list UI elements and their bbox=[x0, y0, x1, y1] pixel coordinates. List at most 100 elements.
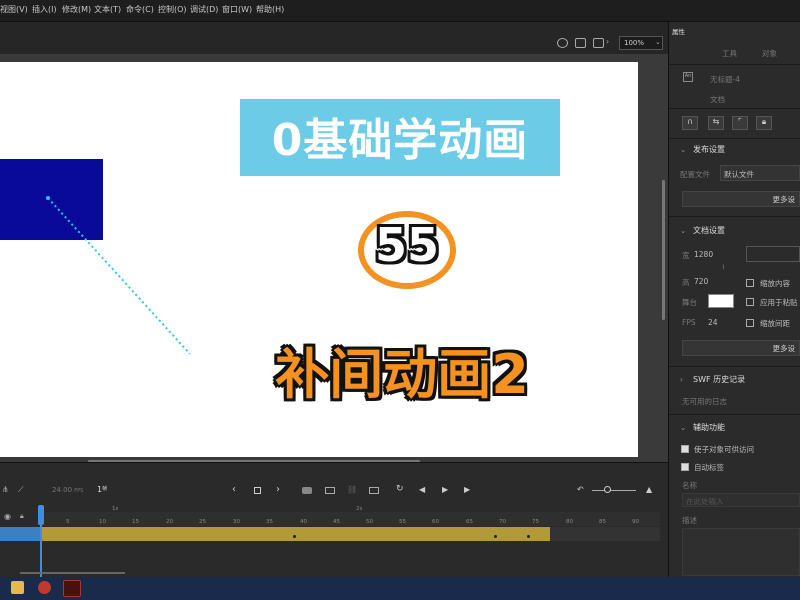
scale-content-label: 缩放内容 bbox=[760, 279, 790, 288]
tick-label: 45 bbox=[333, 519, 340, 525]
fps-display[interactable]: 24.00 FPS bbox=[52, 486, 83, 494]
layer-tree-icon[interactable]: ⋔ bbox=[2, 485, 9, 494]
onion-outline-icon[interactable] bbox=[325, 487, 335, 494]
tab-object[interactable]: 对象 bbox=[762, 48, 777, 59]
document-settings-header[interactable]: 文档设置 bbox=[693, 225, 725, 236]
zoom-slider-thumb[interactable] bbox=[604, 486, 611, 493]
make-accessible-label: 使子对象可供访问 bbox=[694, 445, 754, 454]
link-icon[interactable]: ⌇ bbox=[722, 264, 725, 271]
center-stage-icon[interactable] bbox=[557, 38, 568, 48]
magnet-icon[interactable]: ∩ bbox=[682, 116, 698, 130]
chevron-left-icon[interactable]: › bbox=[606, 37, 617, 47]
tick-label: 10 bbox=[99, 519, 106, 525]
doc-more-button[interactable]: 更多设 bbox=[682, 340, 800, 356]
tick-label: 1s bbox=[112, 506, 119, 512]
tick-label: 5 bbox=[66, 519, 70, 525]
empty-frames[interactable] bbox=[550, 527, 660, 541]
description-label: 描述 bbox=[682, 516, 697, 525]
document-icon: An bbox=[683, 72, 693, 82]
animate-app-icon[interactable] bbox=[63, 580, 81, 597]
chevron-right-icon[interactable]: › bbox=[276, 484, 280, 495]
corner-icon[interactable]: ⌜ bbox=[732, 116, 748, 130]
step-forward-icon[interactable]: ▶︎ bbox=[464, 485, 470, 494]
step-back-icon[interactable]: ◀︎ bbox=[419, 485, 425, 494]
apply-paste-label: 应用于粘贴 bbox=[760, 298, 798, 307]
apply-paste-checkbox[interactable] bbox=[746, 298, 754, 306]
make-accessible-checkbox[interactable] bbox=[681, 445, 689, 453]
tab-properties[interactable]: 属性 bbox=[672, 26, 685, 36]
fit-icon[interactable] bbox=[593, 38, 604, 48]
swap-icon[interactable]: ⇆ bbox=[708, 116, 724, 130]
chevron-down-icon[interactable]: ⌄ bbox=[655, 38, 661, 46]
playhead-handle[interactable] bbox=[38, 505, 44, 525]
fps-value[interactable]: 24 bbox=[708, 318, 718, 327]
media-player-icon[interactable] bbox=[38, 581, 51, 594]
swf-empty-text: 无可用的日志 bbox=[682, 397, 727, 406]
menu-insert[interactable]: 插入(I) bbox=[32, 4, 57, 15]
doc-input-box[interactable] bbox=[746, 246, 800, 262]
name-label: 名称 bbox=[682, 481, 697, 490]
tween-span[interactable] bbox=[40, 527, 550, 541]
onion-skin-icon[interactable] bbox=[302, 487, 312, 494]
publish-settings-header[interactable]: 发布设置 bbox=[693, 144, 725, 155]
lock-icon[interactable]: 🔒︎ bbox=[20, 512, 24, 521]
document-name: 无标题-4 bbox=[710, 75, 740, 84]
center-frame-icon[interactable] bbox=[254, 487, 261, 494]
auto-label-checkbox[interactable] bbox=[681, 463, 689, 471]
folder-icon[interactable] bbox=[11, 581, 24, 594]
name-placeholder: 在此处输入 bbox=[686, 497, 724, 506]
stage-color-swatch[interactable] bbox=[708, 294, 734, 308]
description-input[interactable] bbox=[682, 528, 800, 576]
width-value[interactable]: 1280 bbox=[694, 250, 713, 259]
zoom-slider[interactable] bbox=[592, 490, 636, 491]
scale-spacing-checkbox[interactable] bbox=[746, 319, 754, 327]
menu-help[interactable]: 帮助(H) bbox=[256, 4, 284, 15]
tick-label: 20 bbox=[166, 519, 173, 525]
chevron-down-icon[interactable]: ⌄ bbox=[680, 145, 686, 154]
edit-multiple-icon[interactable]: ⛓︎ bbox=[347, 485, 357, 494]
accessibility-header[interactable]: 辅助功能 bbox=[693, 422, 725, 433]
menu-text[interactable]: 文本(T) bbox=[94, 4, 121, 15]
tick-label: 85 bbox=[599, 519, 606, 525]
scale-content-checkbox[interactable] bbox=[746, 279, 754, 287]
keyframe-dot[interactable] bbox=[494, 535, 497, 538]
menu-modify[interactable]: 修改(M) bbox=[62, 4, 91, 15]
chevron-down-icon[interactable]: ⌄ bbox=[680, 226, 686, 235]
subtitle-text: 补间动画2 bbox=[275, 343, 529, 406]
vertical-scrollbar[interactable] bbox=[662, 180, 665, 320]
menu-window[interactable]: 窗口(W) bbox=[222, 4, 252, 15]
menu-control[interactable]: 控制(O) bbox=[158, 4, 187, 15]
swf-history-header[interactable]: SWF 历史记录 bbox=[693, 374, 745, 385]
menu-debug[interactable]: 调试(D) bbox=[190, 4, 218, 15]
eye-icon[interactable]: ◉ bbox=[4, 512, 11, 521]
frame-display[interactable]: 1帧 bbox=[97, 485, 107, 494]
frame-marker-icon[interactable] bbox=[369, 487, 379, 494]
document-type: 文档 bbox=[710, 95, 725, 104]
tab-tools[interactable]: 工具 bbox=[722, 48, 737, 59]
play-icon[interactable]: ▶︎ bbox=[442, 485, 448, 494]
keyframe-dot[interactable] bbox=[527, 535, 530, 538]
undo-icon[interactable]: ↶ bbox=[577, 485, 584, 494]
mountain-icon[interactable]: ▲ bbox=[646, 485, 652, 494]
menu-view[interactable]: 视图(V) bbox=[0, 4, 28, 15]
publish-more-button[interactable]: 更多设 bbox=[682, 191, 800, 207]
clip-icon[interactable] bbox=[575, 38, 586, 48]
tick-label: 75 bbox=[532, 519, 539, 525]
fps-label: FPS bbox=[682, 318, 696, 327]
keyframe-dot[interactable] bbox=[293, 535, 296, 538]
os-taskbar bbox=[0, 577, 800, 600]
tick-label: 2s bbox=[356, 506, 363, 512]
lock-icon[interactable]: 🔒︎ bbox=[756, 116, 772, 130]
chevron-right-icon[interactable]: › bbox=[680, 375, 683, 384]
layer-row[interactable] bbox=[0, 527, 40, 541]
menu-commands[interactable]: 命令(C) bbox=[126, 4, 154, 15]
timeline-scrollbar[interactable] bbox=[20, 572, 125, 574]
tick-label: 65 bbox=[466, 519, 473, 525]
loop-icon[interactable]: ↻ bbox=[396, 484, 404, 494]
auto-label-label: 自动标签 bbox=[694, 463, 724, 472]
graph-icon[interactable]: ⟋ bbox=[18, 485, 24, 495]
height-value[interactable]: 720 bbox=[694, 277, 708, 286]
tick-label: 60 bbox=[432, 519, 439, 525]
chevron-left-icon[interactable]: ‹ bbox=[232, 484, 236, 495]
chevron-down-icon[interactable]: ⌄ bbox=[680, 423, 686, 432]
